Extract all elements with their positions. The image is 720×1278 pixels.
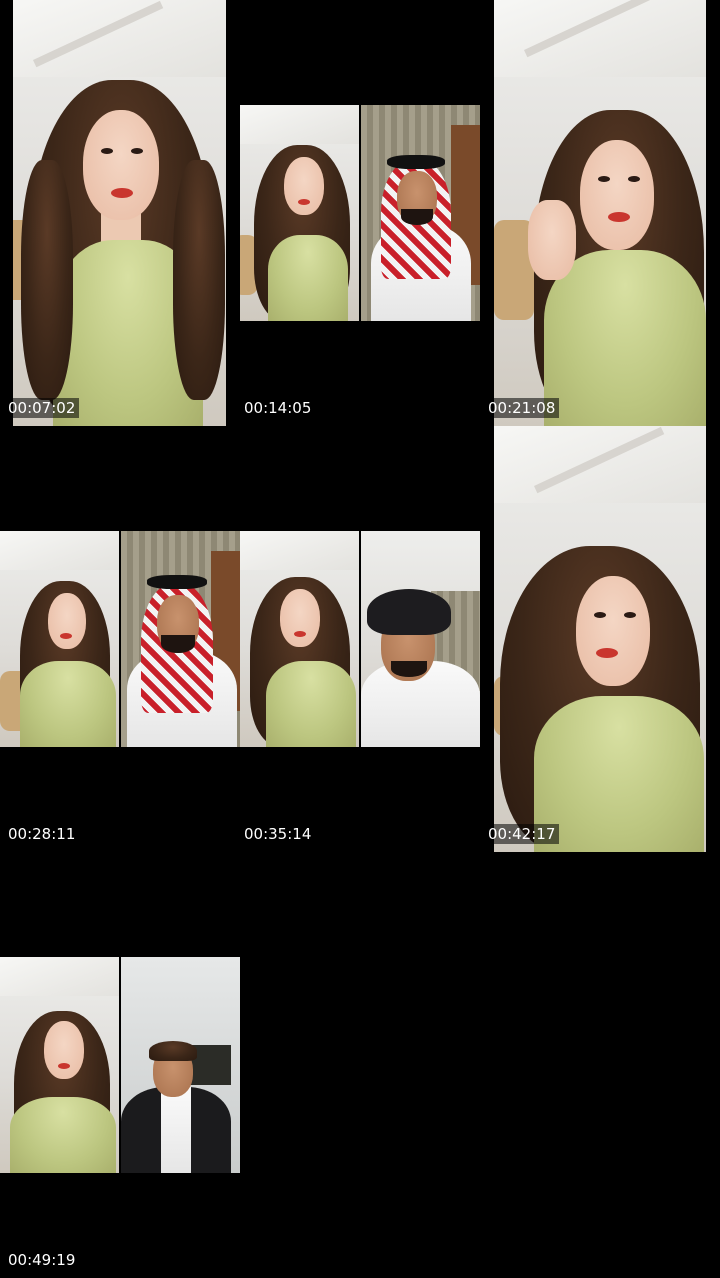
timestamp-label: 00:14:05 [240, 398, 316, 418]
split-left-woman [0, 957, 119, 1173]
split-left-woman [240, 531, 359, 747]
split-left-woman [240, 105, 359, 321]
video-frame-1[interactable] [13, 0, 226, 426]
timestamp-label: 00:28:11 [4, 824, 80, 844]
video-frame-7[interactable] [0, 957, 240, 1173]
video-frame-3[interactable] [494, 0, 706, 426]
video-frame-4[interactable] [0, 531, 240, 747]
split-right-man [121, 957, 240, 1173]
split-right-man [121, 531, 240, 747]
video-frame-2[interactable] [240, 105, 480, 321]
timestamp-label: 00:49:19 [4, 1250, 80, 1270]
contact-sheet: { "sheet": { "timestamps": [ "00:07:02",… [0, 0, 720, 1278]
split-right-man [361, 105, 480, 321]
timestamp-label: 00:07:02 [4, 398, 80, 418]
timestamp-label: 00:21:08 [484, 398, 560, 418]
video-frame-6[interactable] [494, 426, 706, 852]
split-left-woman [0, 531, 119, 747]
split-right-man [361, 531, 480, 747]
timestamp-label: 00:35:14 [240, 824, 316, 844]
timestamp-label: 00:42:17 [484, 824, 560, 844]
video-frame-5[interactable] [240, 531, 480, 747]
